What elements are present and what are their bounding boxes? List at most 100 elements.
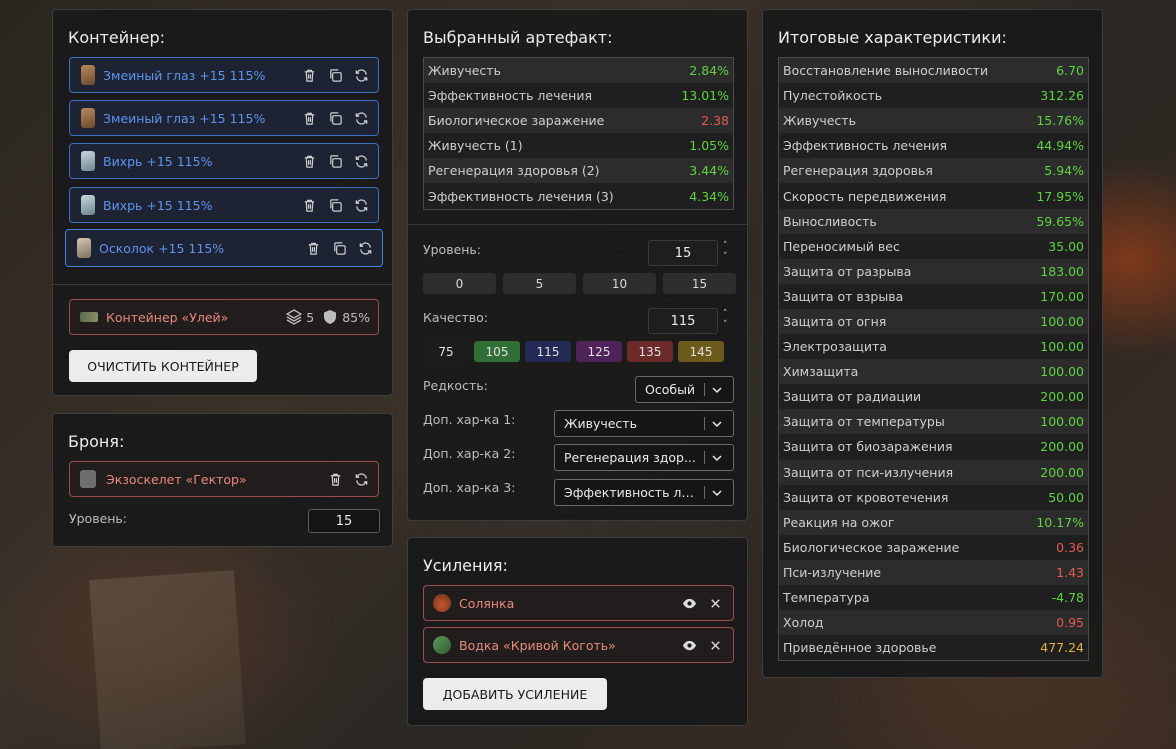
armor-item[interactable]: Экзоскелет «Гектор» xyxy=(69,461,379,497)
stat-value: 312.26 xyxy=(1040,88,1084,104)
close-icon[interactable] xyxy=(707,637,724,654)
extra1-select[interactable]: Живучесть xyxy=(554,410,734,437)
eye-icon[interactable] xyxy=(681,595,698,612)
extra1-select-value: Живучесть xyxy=(564,416,637,431)
stat-label: Защита от разрыва xyxy=(783,263,912,279)
stat-value: 1.05% xyxy=(689,138,729,154)
stat-label: Температура xyxy=(783,590,870,606)
stat-label: Живучесть xyxy=(783,113,856,129)
clear-container-button[interactable]: ОЧИСТИТЬ КОНТЕЙНЕР xyxy=(69,350,257,382)
stat-label: Химзащита xyxy=(783,364,859,380)
level-preset-button[interactable]: 5 xyxy=(503,273,576,294)
copy-icon[interactable] xyxy=(327,197,344,214)
stat-value: 0.95 xyxy=(1056,615,1084,631)
boost-label: Водка «Кривой Коготь» xyxy=(459,637,616,653)
stat-value: 2.38 xyxy=(701,113,729,129)
replace-icon[interactable] xyxy=(353,110,370,127)
stat-value: 100.00 xyxy=(1040,414,1084,430)
container-slots-stat: 5 xyxy=(286,309,314,325)
trash-icon[interactable] xyxy=(301,67,318,84)
armor-item-label: Экзоскелет «Гектор» xyxy=(106,471,247,487)
artifact-slot[interactable]: Вихрь +15 115% xyxy=(69,143,379,179)
quality-preset-button[interactable]: 135 xyxy=(627,341,673,362)
artifact-level-spinner[interactable]: ˄ ˅ xyxy=(723,242,728,262)
stat-row: Защита от кровотечения 50.00 xyxy=(779,484,1088,510)
quality-preset-button[interactable]: 75 xyxy=(423,341,469,362)
container-title: Контейнер: xyxy=(68,28,166,47)
boosts-panel: Усиления: Солянка Водка «Кривой Коготь» Д… xyxy=(407,537,748,726)
extra2-select[interactable]: Регенерация здор... xyxy=(554,444,734,471)
rarity-select[interactable]: Особый xyxy=(635,376,734,403)
stat-value: 4.34% xyxy=(689,188,729,204)
stat-label: Восстановление выносливости xyxy=(783,63,989,79)
chevron-down-icon xyxy=(711,487,727,499)
stat-value: 44.94% xyxy=(1036,138,1084,154)
stat-value: 10.17% xyxy=(1036,514,1084,530)
trash-icon[interactable] xyxy=(301,197,318,214)
artifact-level-input[interactable]: 15 xyxy=(648,240,718,266)
replace-icon[interactable] xyxy=(357,240,374,257)
chevron-down-icon[interactable]: ˅ xyxy=(723,321,728,330)
stat-label: Биологическое заражение xyxy=(428,113,605,129)
artifact-slot[interactable]: Вихрь +15 115% xyxy=(69,187,379,223)
boost-item[interactable]: Солянка xyxy=(423,585,734,621)
boost-item[interactable]: Водка «Кривой Коготь» xyxy=(423,627,734,663)
stat-row: Живучесть (1) 1.05% xyxy=(424,133,733,159)
copy-icon[interactable] xyxy=(327,110,344,127)
level-preset-button[interactable]: 10 xyxy=(583,273,656,294)
chevron-down-icon[interactable]: ˅ xyxy=(723,253,728,262)
stat-row: Биологическое заражение 2.38 xyxy=(424,108,733,134)
armor-level-input[interactable]: 15 xyxy=(308,509,380,533)
chevron-up-icon[interactable]: ˄ xyxy=(723,310,728,319)
copy-icon[interactable] xyxy=(331,240,348,257)
stat-row: Температура -4.78 xyxy=(779,584,1088,611)
trash-icon[interactable] xyxy=(301,153,318,170)
stat-label: Пулестойкость xyxy=(783,88,883,104)
stat-value: 59.65% xyxy=(1036,213,1084,229)
stat-label: Защита от взрыва xyxy=(783,288,904,304)
copy-icon[interactable] xyxy=(327,153,344,170)
copy-icon[interactable] xyxy=(327,67,344,84)
trash-icon[interactable] xyxy=(327,471,344,488)
add-boost-button[interactable]: ДОБАВИТЬ УСИЛЕНИЕ xyxy=(423,678,607,710)
quality-preset-button[interactable]: 125 xyxy=(576,341,622,362)
exoskeleton-icon xyxy=(80,470,96,488)
replace-icon[interactable] xyxy=(353,153,370,170)
artifact-slot[interactable]: Змеиный глаз +15 115% xyxy=(69,57,379,93)
solyanka-icon xyxy=(433,594,451,612)
extra2-label: Доп. хар-ка 2: xyxy=(423,446,516,461)
quality-preset-button[interactable]: 115 xyxy=(525,341,571,362)
replace-icon[interactable] xyxy=(353,67,370,84)
replace-icon[interactable] xyxy=(353,197,370,214)
artifact-slot[interactable]: Змеиный глаз +15 115% xyxy=(69,100,379,136)
armor-title: Броня: xyxy=(68,432,125,451)
trash-icon[interactable] xyxy=(301,110,318,127)
eye-icon[interactable] xyxy=(681,637,698,654)
boosts-title: Усиления: xyxy=(423,556,508,575)
extra3-select[interactable]: Эффективность ле... xyxy=(554,479,734,506)
hive-container-item[interactable]: Контейнер «Улей» 5 85% xyxy=(69,299,379,335)
artifact-slot-label: Змеиный глаз +15 115% xyxy=(103,110,266,126)
snake-eye-icon xyxy=(81,65,95,85)
artifact-quality-spinner[interactable]: ˄ ˅ xyxy=(723,310,728,330)
replace-icon[interactable] xyxy=(353,471,370,488)
chevron-up-icon[interactable]: ˄ xyxy=(723,242,728,251)
level-preset-button[interactable]: 15 xyxy=(663,273,736,294)
close-icon[interactable] xyxy=(707,595,724,612)
rarity-select-value: Особый xyxy=(645,382,696,397)
artifact-title: Выбранный артефакт: xyxy=(423,28,613,47)
quality-preset-button[interactable]: 145 xyxy=(678,341,724,362)
chevron-down-icon xyxy=(711,452,727,464)
hive-container-label: Контейнер «Улей» xyxy=(106,309,229,325)
stat-row: Защита от пси-излучения 200.00 xyxy=(779,459,1088,485)
stat-value: 100.00 xyxy=(1040,364,1084,380)
stat-label: Выносливость xyxy=(783,213,877,229)
artifact-slot-label: Змеиный глаз +15 115% xyxy=(103,67,266,83)
stat-row: Защита от разрыва 183.00 xyxy=(779,258,1088,284)
artifact-slot[interactable]: Осколок +15 115% xyxy=(65,229,383,267)
artifact-quality-input[interactable]: 115 xyxy=(648,308,718,334)
stat-row: Пулестойкость 312.26 xyxy=(779,83,1088,109)
level-preset-button[interactable]: 0 xyxy=(423,273,496,294)
quality-preset-button[interactable]: 105 xyxy=(474,341,520,362)
trash-icon[interactable] xyxy=(305,240,322,257)
